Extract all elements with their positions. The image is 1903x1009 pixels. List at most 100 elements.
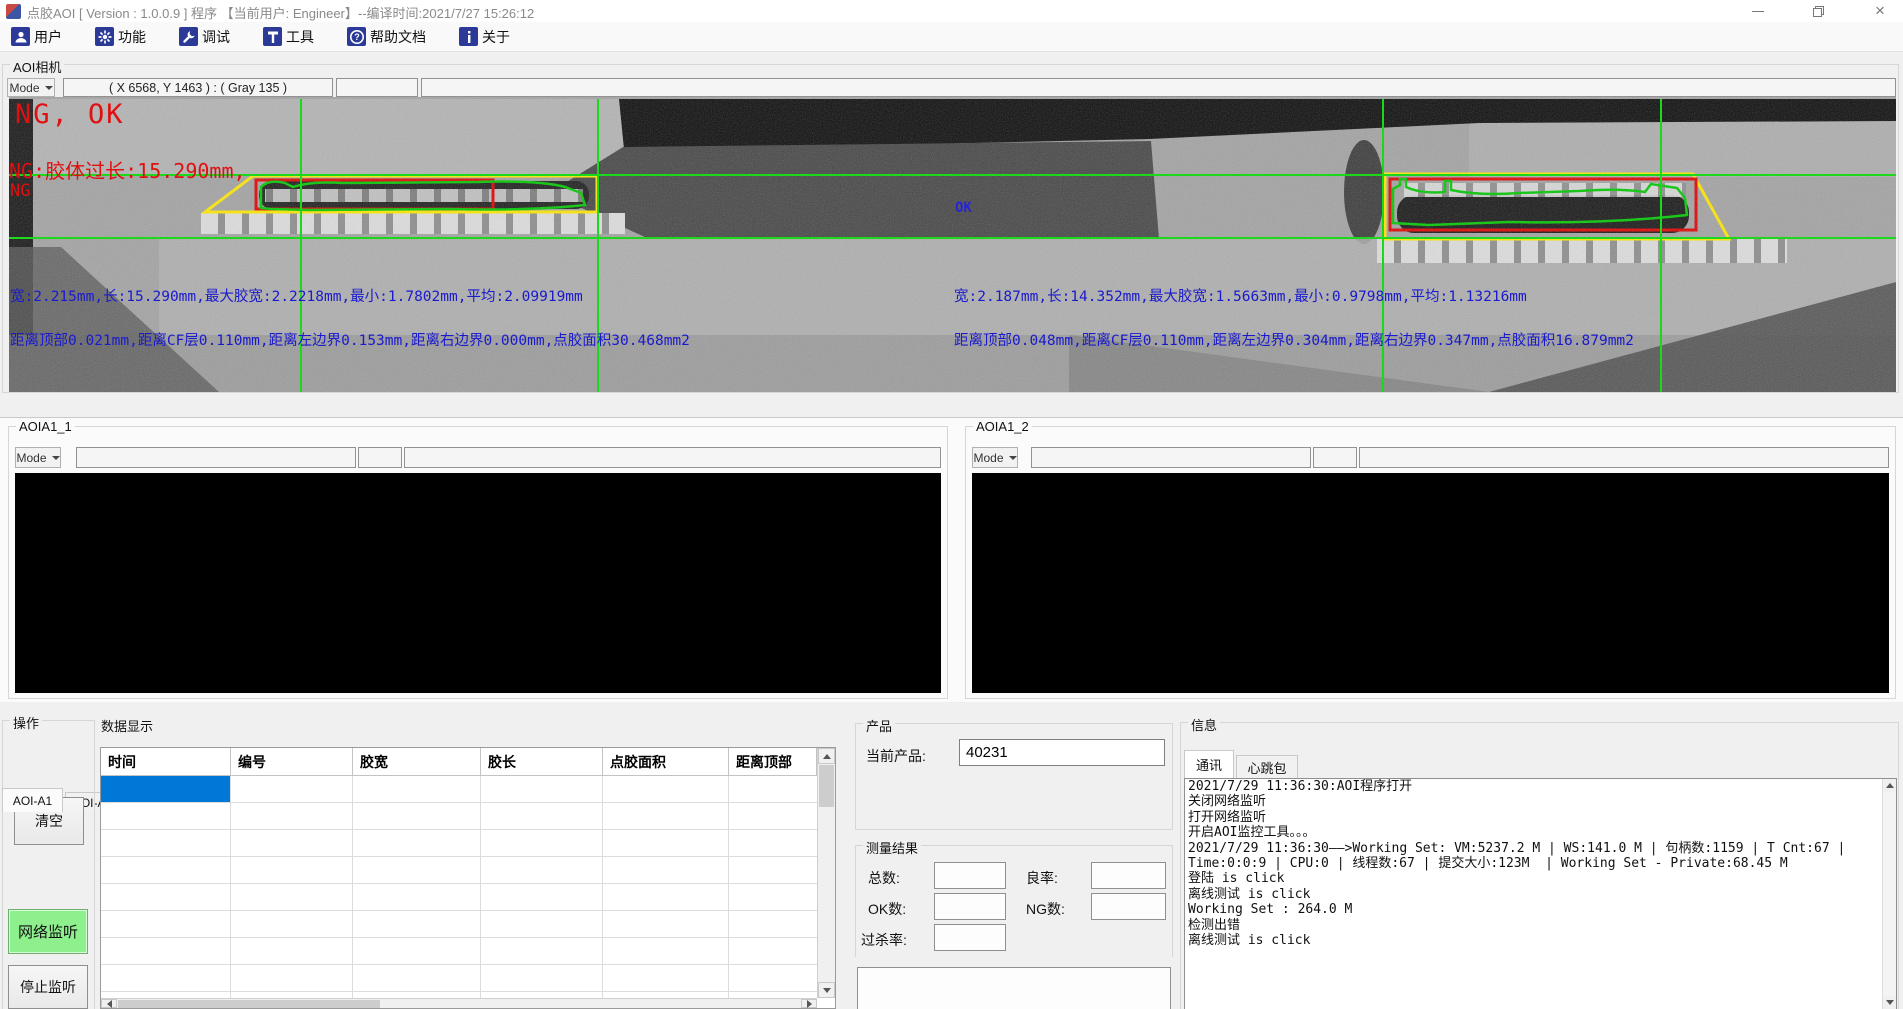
about-icon xyxy=(459,27,478,46)
ng-flag-text: NG xyxy=(10,181,30,201)
aoia1-1-small-box xyxy=(358,447,402,468)
minimize-button[interactable] xyxy=(1735,0,1781,22)
wrench-icon xyxy=(179,27,198,46)
measurement-group: 测量结果 总数: 良率: OK数: NG数: 过杀率: xyxy=(855,845,1173,957)
main-toolbar: 用户 功能 调试 工具 ? 帮助文档 关于 xyxy=(0,22,1903,52)
aoia1-1-image-display[interactable] xyxy=(15,473,941,693)
network-listen-button[interactable]: 网络监听 xyxy=(8,909,88,954)
app-icon xyxy=(6,4,21,19)
data-table-body[interactable] xyxy=(101,776,817,998)
aoia1-2-group: AOIA1_2 Mode xyxy=(965,426,1896,699)
overkill-value-box xyxy=(934,924,1006,951)
product-group-label: 产品 xyxy=(863,716,895,735)
toolbar-debug-button[interactable]: 调试 xyxy=(176,24,233,50)
tab-aoi-a1[interactable]: AOI-A1 xyxy=(2,788,63,812)
title-bar: 点胶AOI [ Version : 1.0.0.9 ] 程序 【当前用户: En… xyxy=(0,0,1903,22)
camera-status-box-long xyxy=(421,78,1896,97)
product-group: 产品 当前产品: xyxy=(855,723,1173,830)
app-window: 点胶AOI [ Version : 1.0.0.9 ] 程序 【当前用户: En… xyxy=(0,0,1903,1009)
aoia1-1-long-box xyxy=(404,447,941,468)
user-icon xyxy=(11,27,30,46)
window-title: 点胶AOI [ Version : 1.0.0.9 ] 程序 【当前用户: En… xyxy=(27,3,534,22)
log-line: 打开网络监听 xyxy=(1185,810,1896,825)
table-vertical-scrollbar[interactable] xyxy=(817,748,835,998)
toolbar-function-button[interactable]: 功能 xyxy=(92,24,149,50)
scroll-thumb[interactable] xyxy=(118,1000,380,1008)
scroll-thumb[interactable] xyxy=(819,765,834,807)
log-line: Time:0:0:9 | CPU:0 | 线程数:67 | 提交大小:123M … xyxy=(1185,856,1896,871)
scroll-up-arrow[interactable] xyxy=(818,748,835,764)
yield-value-box xyxy=(1091,862,1166,889)
scroll-down-arrow[interactable] xyxy=(1883,996,1896,1009)
aoia1-2-group-label: AOIA1_2 xyxy=(973,419,1032,434)
column-header-glue-area[interactable]: 点胶面积 xyxy=(603,748,729,776)
table-horizontal-scrollbar[interactable] xyxy=(101,998,817,1008)
camera-image-display[interactable]: NG, OK NG:胶体过长:15.290mm, NG OK 宽:2.215mm… xyxy=(9,97,1896,392)
scroll-up-arrow[interactable] xyxy=(1883,779,1896,792)
scroll-right-arrow[interactable] xyxy=(801,999,817,1008)
tab-heartbeat[interactable]: 心跳包 xyxy=(1236,755,1298,778)
camera-mode-dropdown[interactable]: Mode xyxy=(7,78,55,97)
aoia1-2-mode-dropdown[interactable]: Mode xyxy=(972,447,1018,468)
tab-content-panel: AOIA1_1 Mode AOIA1_2 Mode xyxy=(0,417,1903,702)
comm-log[interactable]: 2021/7/29 11:36:30:AOI程序打开 关闭网络监听 打开网络监听… xyxy=(1184,778,1897,1009)
close-button[interactable]: × xyxy=(1857,0,1903,22)
aoia1-2-long-box xyxy=(1359,447,1889,468)
log-line: 登陆 is click xyxy=(1185,871,1896,886)
log-line: Working Set : 264.0 M xyxy=(1185,902,1896,917)
column-header-glue-length[interactable]: 胶长 xyxy=(481,748,603,776)
column-header-id[interactable]: 编号 xyxy=(231,748,353,776)
current-product-input[interactable] xyxy=(959,739,1165,766)
tool-t-icon xyxy=(263,27,282,46)
camera-status-box-small xyxy=(336,78,418,97)
ok-count-label: OK数: xyxy=(868,899,906,919)
current-product-label: 当前产品: xyxy=(866,746,926,766)
aoi-camera-group-label: AOI相机 xyxy=(10,57,64,76)
yield-label: 良率: xyxy=(1026,868,1058,888)
log-vertical-scrollbar[interactable] xyxy=(1882,779,1896,1009)
column-header-distance-top[interactable]: 距离顶部 xyxy=(729,748,817,776)
aoia1-1-mode-dropdown[interactable]: Mode xyxy=(15,447,61,468)
camera-coordinate-readout: ( X 6568, Y 1463 ) : ( Gray 135 ) xyxy=(63,78,333,97)
result-banner: NG, OK xyxy=(15,99,125,130)
aoia1-2-readout-box xyxy=(1031,447,1311,468)
minimize-icon xyxy=(1752,11,1764,12)
toolbar-help-button[interactable]: ? 帮助文档 xyxy=(344,24,429,50)
data-table[interactable]: 时间 编号 胶宽 胶长 点胶面积 距离顶部 xyxy=(100,747,836,1009)
ok-flag-text: OK xyxy=(955,200,972,216)
ng-count-label: NG数: xyxy=(1026,899,1065,919)
toolbar-about-button[interactable]: 关于 xyxy=(456,24,513,50)
selected-cell[interactable] xyxy=(101,776,230,802)
toolbar-user-button[interactable]: 用户 xyxy=(8,24,65,50)
restore-icon xyxy=(1812,5,1825,18)
log-line: 关闭网络监听 xyxy=(1185,794,1896,809)
aoia1-1-group-label: AOIA1_1 xyxy=(16,419,75,434)
total-value-box xyxy=(934,862,1006,889)
gear-icon xyxy=(95,27,114,46)
toolbar-tools-button[interactable]: 工具 xyxy=(260,24,317,50)
info-group-label: 信息 xyxy=(1188,715,1220,734)
measurement-group-label: 测量结果 xyxy=(863,838,921,857)
operations-group-label: 操作 xyxy=(10,713,42,732)
column-header-time[interactable]: 时间 xyxy=(101,748,231,776)
stop-listen-button[interactable]: 停止监听 xyxy=(8,965,88,1009)
close-icon: × xyxy=(1875,1,1885,21)
ng-reason-text: NG:胶体过长:15.290mm, xyxy=(9,155,246,184)
data-table-header: 时间 编号 胶宽 胶长 点胶面积 距离顶部 xyxy=(101,748,817,776)
log-line: 离线测试 is click xyxy=(1185,887,1896,902)
info-group: 信息 通讯 心跳包 2021/7/29 11:36:30:AOI程序打开 关闭网… xyxy=(1180,722,1899,1009)
log-line: 离线测试 is click xyxy=(1185,933,1896,948)
ng-count-value-box xyxy=(1091,893,1166,920)
restore-button[interactable] xyxy=(1795,0,1841,22)
scroll-down-arrow[interactable] xyxy=(818,982,835,998)
overkill-label: 过杀率: xyxy=(861,930,907,950)
column-header-glue-width[interactable]: 胶宽 xyxy=(353,748,481,776)
view-tabstrip: AOI-A1 AOI-A2 AOI-B1 AOI-B2 NG显示 模版 Defa… xyxy=(0,394,1903,418)
aoia1-2-image-display[interactable] xyxy=(972,473,1889,693)
ok-count-value-box xyxy=(934,893,1006,920)
aoia1-1-group: AOIA1_1 Mode xyxy=(8,426,948,699)
scroll-left-arrow[interactable] xyxy=(101,999,117,1008)
chevron-down-icon xyxy=(1009,456,1017,460)
left-stats-line1: 宽:2.215mm,长:15.290mm,最大胶宽:2.2218mm,最小:1.… xyxy=(10,285,583,306)
tab-comm[interactable]: 通讯 xyxy=(1184,750,1234,778)
